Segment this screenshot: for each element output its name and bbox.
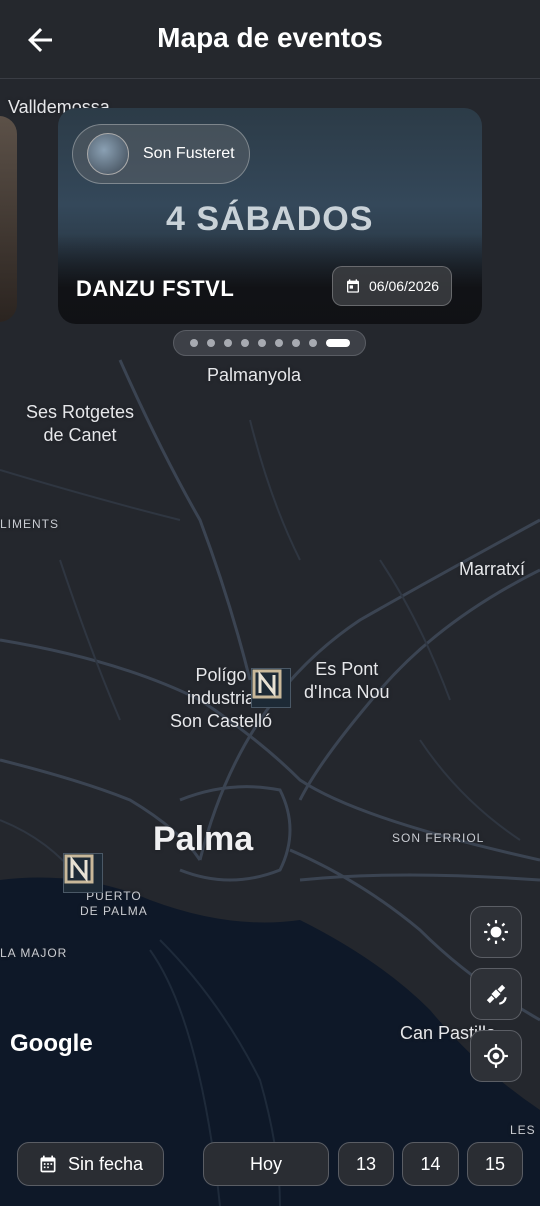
map-label-palma: Palma <box>153 820 254 858</box>
venue-chip[interactable]: Son Fusteret <box>72 124 250 184</box>
event-card-previous[interactable] <box>0 116 17 322</box>
event-card[interactable]: 4 SÁBADOS Son Fusteret DANZU FSTVL 06/06… <box>58 108 482 324</box>
no-date-button[interactable]: Sin fecha <box>17 1142 164 1186</box>
day-label: 15 <box>484 1153 506 1174</box>
my-location-icon[interactable] <box>470 1030 522 1082</box>
map-label-puerto: PUERTO DE PALMA <box>80 889 148 918</box>
venue-marker-icon[interactable] <box>63 853 103 893</box>
map-label-es-pont: Es Pont d'Inca Nou <box>304 659 390 702</box>
day-label: 13 <box>355 1153 377 1174</box>
satellite-icon[interactable] <box>470 968 522 1020</box>
venue-avatar <box>87 133 129 175</box>
calendar-icon <box>347 279 359 293</box>
venue-marker-icon[interactable] <box>251 668 291 708</box>
pagination-dot <box>241 339 249 347</box>
day-13-button[interactable]: 13 <box>338 1142 394 1186</box>
map-label-ses-rotgetes: Ses Rotgetes de Canet <box>26 402 135 445</box>
day-14-button[interactable]: 14 <box>402 1142 459 1186</box>
event-date-chip: 06/06/2026 <box>332 266 453 306</box>
today-button[interactable]: Hoy <box>203 1142 329 1186</box>
pagination-dot <box>258 339 266 347</box>
map-label-les: LES <box>510 1123 536 1137</box>
brightness-icon[interactable] <box>470 906 522 958</box>
calendar-icon <box>40 1155 56 1173</box>
map-label-la-major: LA MAJOR <box>0 946 68 960</box>
carousel-pagination <box>173 330 366 356</box>
google-logo: Google <box>10 1030 93 1057</box>
app-header: Mapa de eventos <box>0 0 540 79</box>
pagination-dot <box>275 339 283 347</box>
today-label: Hoy <box>249 1153 282 1174</box>
day-label: 14 <box>420 1153 441 1174</box>
event-date: 06/06/2026 <box>369 278 440 294</box>
pagination-dot <box>207 339 215 347</box>
map-label-marratxi: Marratxí <box>459 559 526 579</box>
pagination-dot <box>224 339 232 347</box>
pagination-dot <box>190 339 198 347</box>
pagination-dot <box>292 339 300 347</box>
map-label-palmanyola: Palmanyola <box>207 365 302 385</box>
pagination-dot <box>309 339 317 347</box>
no-date-label: Sin fecha <box>67 1153 144 1174</box>
map-label-liments: LIMENTS <box>0 517 60 531</box>
venue-name: Son Fusteret <box>143 145 235 162</box>
map-label-son-ferriol: SON FERRIOL <box>392 831 485 845</box>
pagination-dot-active <box>326 339 350 347</box>
page-title: Mapa de eventos <box>157 22 383 53</box>
day-15-button[interactable]: 15 <box>467 1142 523 1186</box>
event-name: DANZU FSTVL <box>76 276 235 301</box>
